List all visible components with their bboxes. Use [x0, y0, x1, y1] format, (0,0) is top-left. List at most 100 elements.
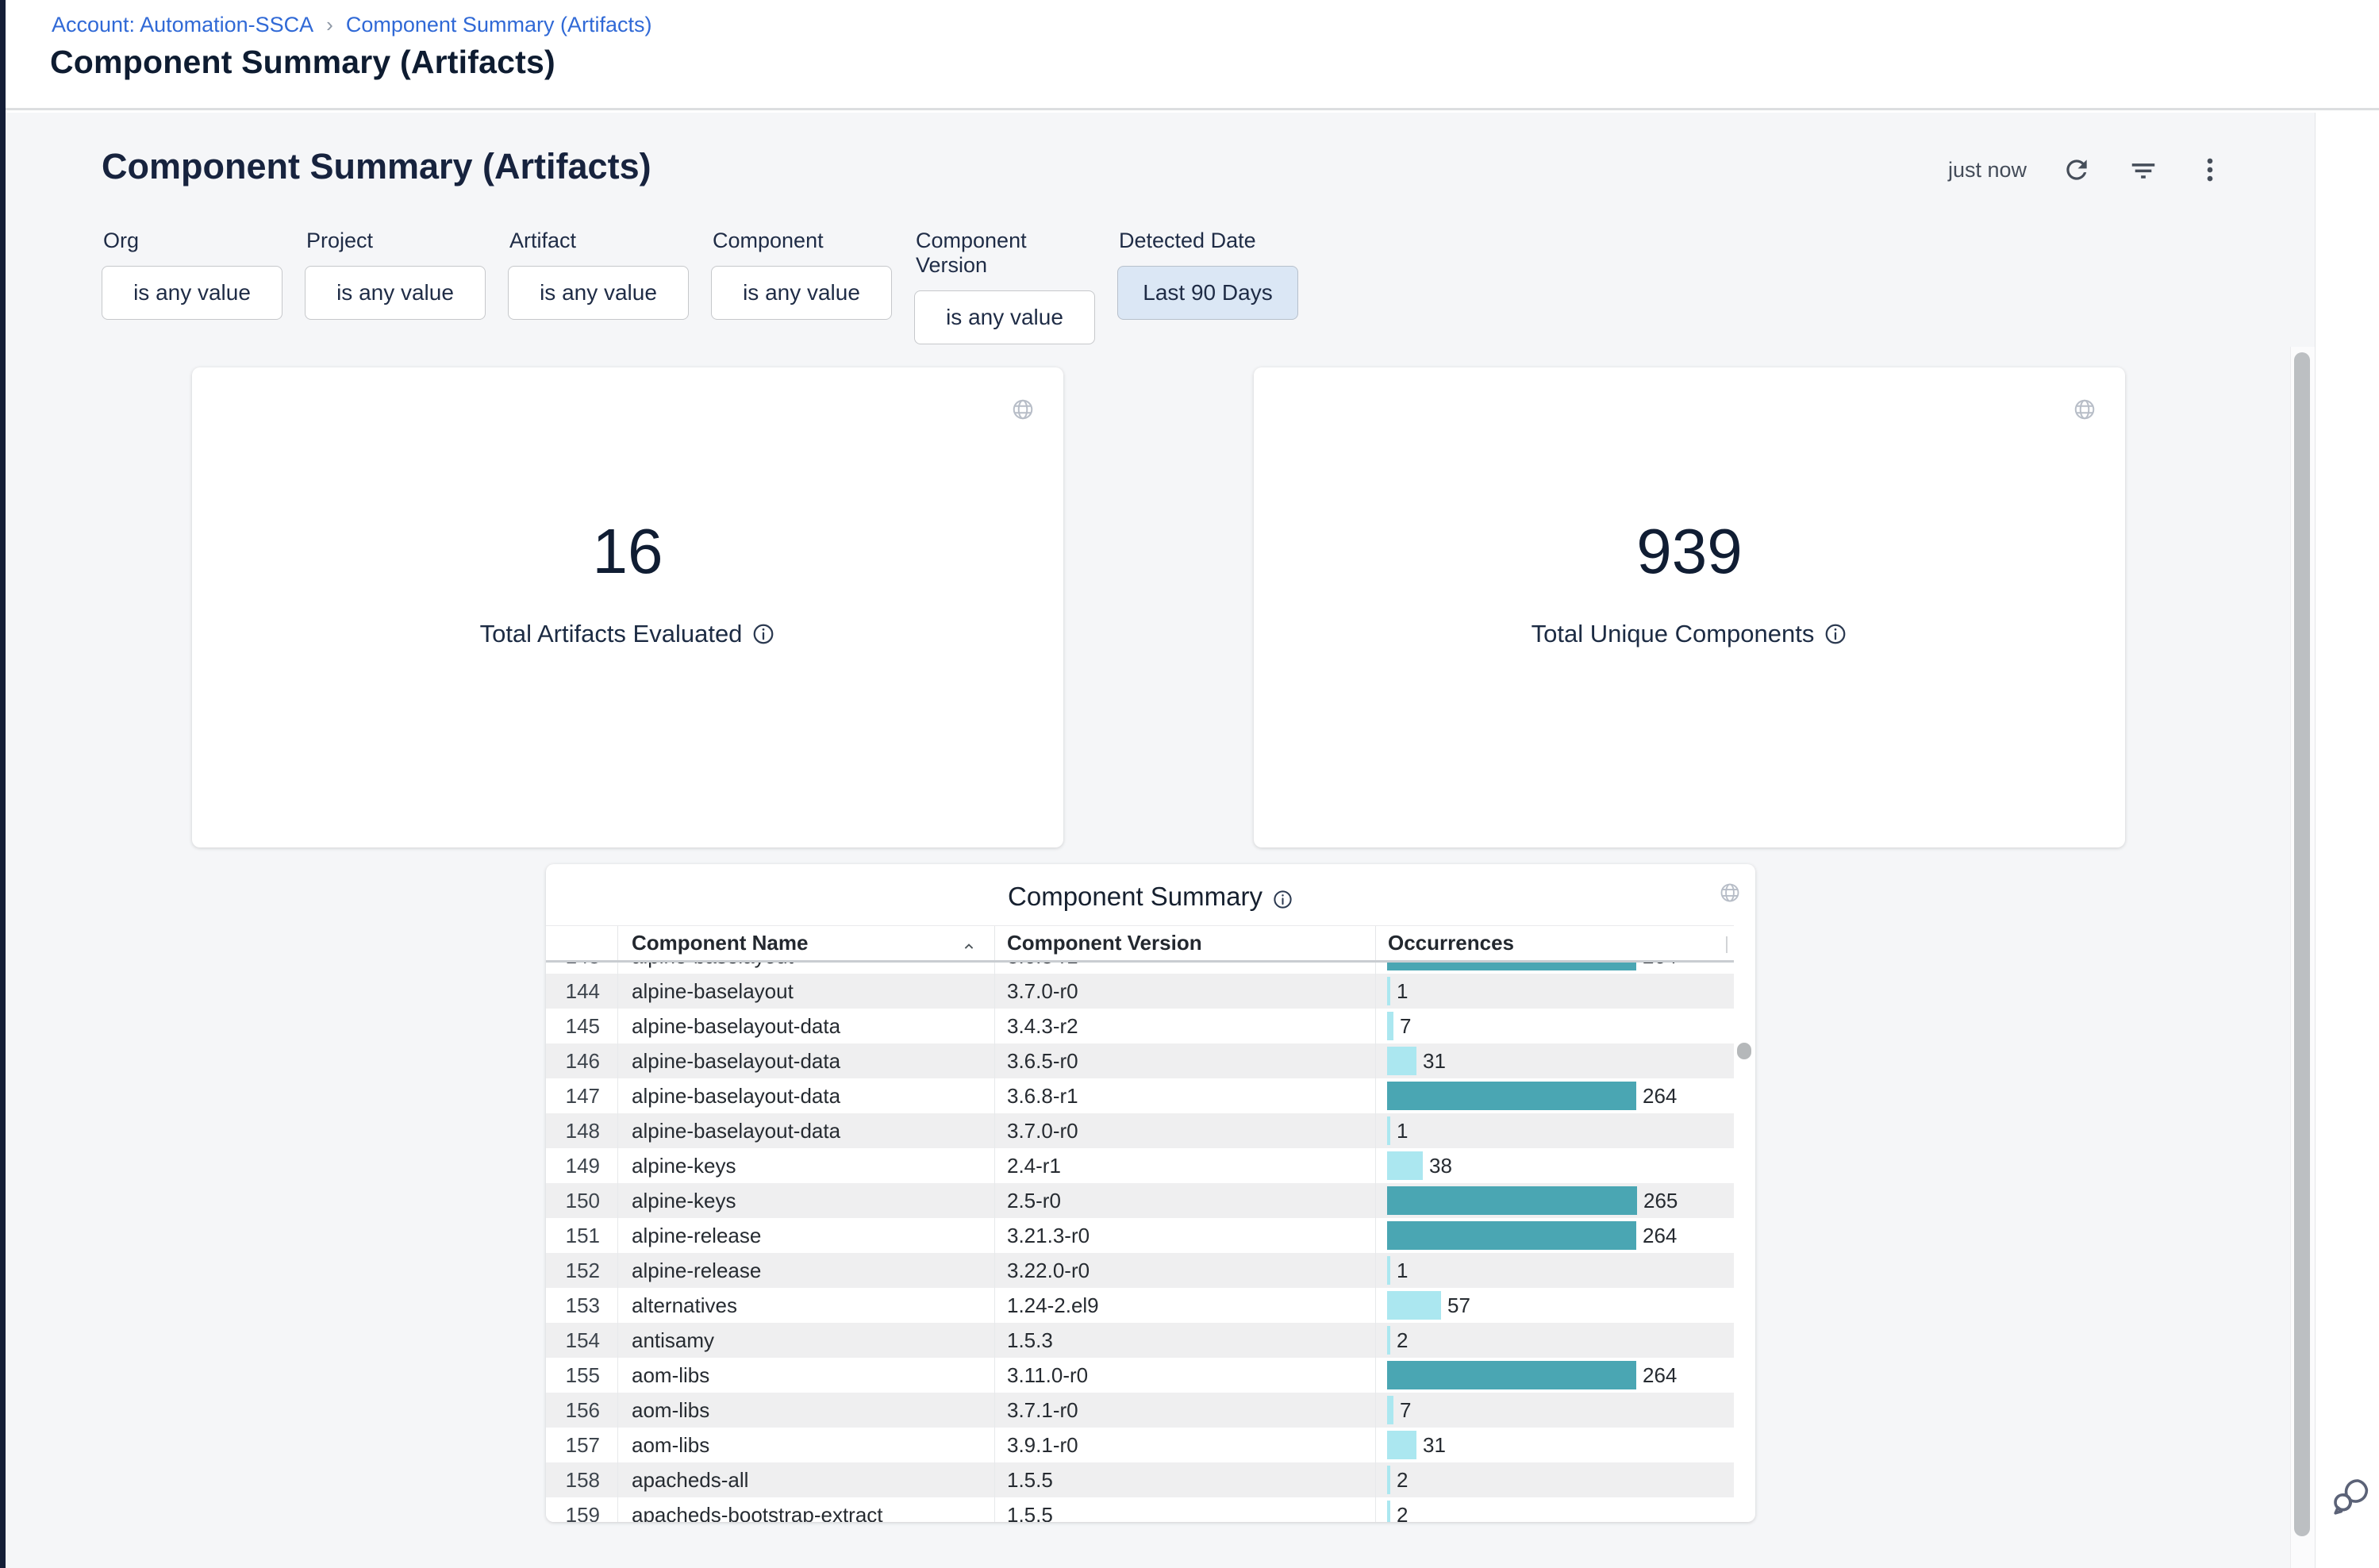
- info-icon[interactable]: [751, 622, 775, 646]
- row-number: 149: [546, 1148, 617, 1183]
- cell-component-version: 2.4-r1: [994, 1148, 1375, 1183]
- table-row[interactable]: 147 alpine-baselayout-data 3.6.8-r1 264: [546, 1078, 1734, 1113]
- table-row[interactable]: 143 alpine-baselayout 3.6.8-r1 264: [546, 963, 1734, 974]
- header-label: Component Name: [632, 931, 808, 955]
- table-row[interactable]: 145 alpine-baselayout-data 3.4.3-r2 7: [546, 1009, 1734, 1043]
- info-icon[interactable]: [1272, 886, 1293, 908]
- filter-label: Component: [713, 229, 892, 253]
- breadcrumb-separator-icon: ›: [326, 13, 333, 37]
- cell-occurrences: 264: [1375, 1218, 1734, 1253]
- occurrence-bar[interactable]: [1387, 1326, 1390, 1355]
- cell-component-version: 2.5-r0: [994, 1183, 1375, 1218]
- occurrence-bar[interactable]: [1387, 1221, 1636, 1250]
- table-row[interactable]: 156 aom-libs 3.7.1-r0 7: [546, 1393, 1734, 1428]
- cell-component-version: 3.7.1-r0: [994, 1393, 1375, 1428]
- cell-component-name: alpine-keys: [617, 1183, 994, 1218]
- occurrence-bar[interactable]: [1387, 1466, 1390, 1494]
- occurrence-bar[interactable]: [1387, 1501, 1390, 1522]
- filter-component-version: Component Version is any value: [914, 229, 1095, 344]
- occurrence-bar[interactable]: [1387, 1186, 1637, 1215]
- table-row[interactable]: 159 apacheds-bootstrap-extract 1.5.5 2: [546, 1497, 1734, 1522]
- refresh-icon[interactable]: [2060, 153, 2093, 186]
- globe-icon[interactable]: [1719, 882, 1741, 904]
- cell-component-version: 1.24-2.el9: [994, 1288, 1375, 1323]
- cell-occurrences: 2: [1375, 1497, 1734, 1522]
- occurrence-value: 264: [1643, 1084, 1677, 1109]
- occurrence-bar[interactable]: [1387, 1012, 1393, 1040]
- row-number: 148: [546, 1113, 617, 1148]
- stat-label: Total Unique Components: [1532, 620, 1815, 648]
- cell-occurrences: 264: [1375, 1078, 1734, 1113]
- globe-icon[interactable]: [2073, 398, 2097, 421]
- row-number: 157: [546, 1428, 617, 1462]
- occurrence-bar[interactable]: [1387, 977, 1390, 1005]
- cell-component-version: 1.5.3: [994, 1323, 1375, 1358]
- breadcrumb-page-link[interactable]: Component Summary (Artifacts): [346, 13, 652, 37]
- occurrence-bar[interactable]: [1387, 1116, 1390, 1145]
- table-row[interactable]: 144 alpine-baselayout 3.7.0-r0 1: [546, 974, 1734, 1009]
- filter-detected-date: Detected Date Last 90 Days: [1117, 229, 1298, 344]
- occurrence-bar[interactable]: [1387, 1291, 1441, 1320]
- table-row[interactable]: 150 alpine-keys 2.5-r0 265: [546, 1183, 1734, 1218]
- filter-component-version-button[interactable]: is any value: [914, 290, 1095, 344]
- filter-artifact-button[interactable]: is any value: [508, 266, 689, 320]
- table-row[interactable]: 157 aom-libs 3.9.1-r0 31: [546, 1428, 1734, 1462]
- breadcrumb-account-link[interactable]: Account: Automation-SSCA: [52, 13, 313, 37]
- occurrence-value: 38: [1429, 1154, 1452, 1178]
- kebab-menu-icon[interactable]: [2193, 153, 2227, 186]
- row-number: 158: [546, 1462, 617, 1497]
- cell-occurrences: 2: [1375, 1323, 1734, 1358]
- dashboard-panel: Component Summary (Artifacts) just now O…: [6, 113, 2317, 1568]
- table-scrollbar-thumb[interactable]: [1737, 1043, 1751, 1059]
- occurrence-bar[interactable]: [1387, 1151, 1423, 1180]
- cell-component-name: aom-libs: [617, 1428, 994, 1462]
- filter-icon[interactable]: [2127, 153, 2160, 186]
- header-occurrences[interactable]: Occurrences: [1375, 926, 1734, 960]
- cell-component-name: alpine-release: [617, 1253, 994, 1288]
- occurrence-bar[interactable]: [1387, 1082, 1636, 1110]
- stat-value: 939: [1254, 515, 2125, 588]
- chat-bubbles-icon[interactable]: [2330, 1474, 2371, 1516]
- filter-project-button[interactable]: is any value: [305, 266, 486, 320]
- cell-component-name: alpine-baselayout: [617, 974, 994, 1009]
- filter-label: Project: [306, 229, 486, 253]
- table-row[interactable]: 151 alpine-release 3.21.3-r0 264: [546, 1218, 1734, 1253]
- last-refreshed-label: just now: [1948, 158, 2027, 183]
- table-row[interactable]: 148 alpine-baselayout-data 3.7.0-r0 1: [546, 1113, 1734, 1148]
- cell-component-name: aom-libs: [617, 1358, 994, 1393]
- filter-detected-date-button[interactable]: Last 90 Days: [1117, 266, 1298, 320]
- table-row[interactable]: 158 apacheds-all 1.5.5 2: [546, 1462, 1734, 1497]
- occurrence-bar[interactable]: [1387, 1396, 1393, 1424]
- cell-component-version: 3.21.3-r0: [994, 1218, 1375, 1253]
- occurrence-value: 2: [1397, 1468, 1408, 1493]
- header-component-version[interactable]: Component Version: [994, 926, 1375, 960]
- filter-component: Component is any value: [711, 229, 892, 344]
- globe-icon[interactable]: [1011, 398, 1035, 421]
- filter-component-button[interactable]: is any value: [711, 266, 892, 320]
- occurrence-bar[interactable]: [1387, 1047, 1416, 1075]
- page-scrollbar-thumb[interactable]: [2294, 352, 2310, 1536]
- filter-org-button[interactable]: is any value: [102, 266, 282, 320]
- occurrence-bar[interactable]: [1387, 1431, 1416, 1459]
- occurrence-bar[interactable]: [1387, 1361, 1636, 1389]
- occurrence-bar[interactable]: [1387, 1256, 1390, 1285]
- table-row[interactable]: 149 alpine-keys 2.4-r1 38: [546, 1148, 1734, 1183]
- table-row[interactable]: 152 alpine-release 3.22.0-r0 1: [546, 1253, 1734, 1288]
- cell-component-version: 3.6.5-r0: [994, 1043, 1375, 1078]
- cell-occurrences: 7: [1375, 1393, 1734, 1428]
- table-row[interactable]: 154 antisamy 1.5.3 2: [546, 1323, 1734, 1358]
- info-icon[interactable]: [1824, 622, 1847, 646]
- cell-component-name: alpine-keys: [617, 1148, 994, 1183]
- cell-component-version: 3.6.8-r1: [994, 1078, 1375, 1113]
- table-row[interactable]: 153 alternatives 1.24-2.el9 57: [546, 1288, 1734, 1323]
- row-number: 145: [546, 1009, 617, 1043]
- header-component-name[interactable]: Component Name: [617, 926, 994, 960]
- dashboard-actions: just now: [1948, 152, 2227, 187]
- table-row[interactable]: 155 aom-libs 3.11.0-r0 264: [546, 1358, 1734, 1393]
- cell-component-name: apacheds-all: [617, 1462, 994, 1497]
- row-number: 159: [546, 1497, 617, 1522]
- nav-edge-strip: [0, 0, 6, 1568]
- header-label: Component Version: [1007, 931, 1202, 955]
- table-row[interactable]: 146 alpine-baselayout-data 3.6.5-r0 31: [546, 1043, 1734, 1078]
- occurrence-bar[interactable]: [1387, 963, 1636, 970]
